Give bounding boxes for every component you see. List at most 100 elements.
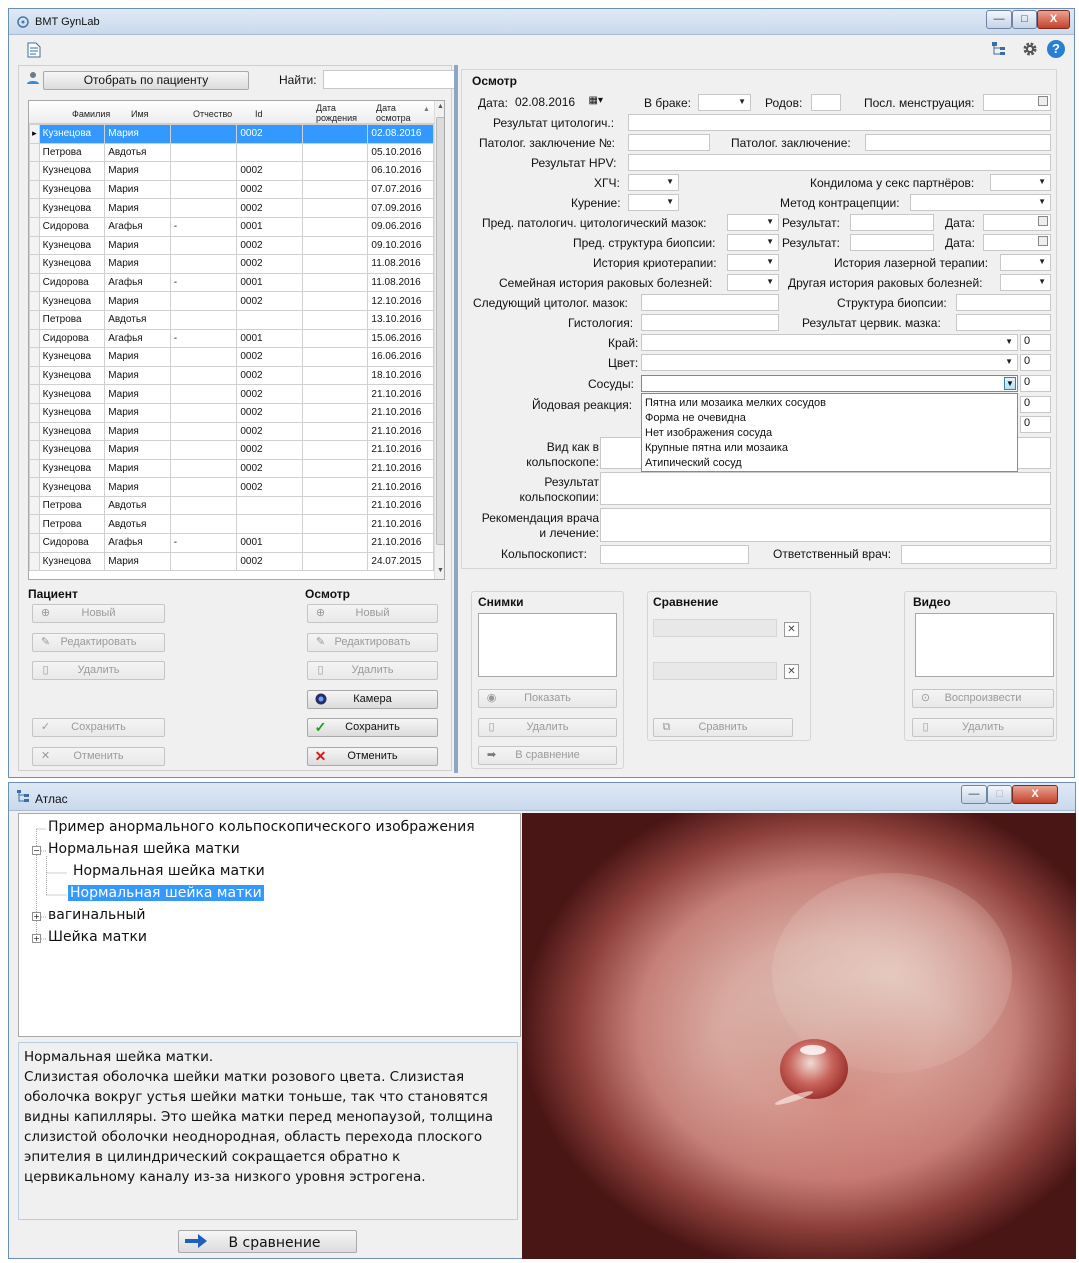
table-row[interactable]: Сидорова Агафья -0001 15.06.2016 xyxy=(29,328,434,349)
row-header[interactable] xyxy=(29,142,40,163)
row-header[interactable] xyxy=(29,254,40,274)
color-score[interactable]: 0 xyxy=(1020,354,1051,371)
table-row[interactable]: Сидорова Агафья -0001 09.06.2016 xyxy=(29,216,434,237)
recommendation-input[interactable] xyxy=(600,508,1051,542)
row-header[interactable] xyxy=(29,551,40,572)
snapshot-to-compare-button[interactable]: ➡ В сравнение xyxy=(478,746,617,765)
exam-edit-button[interactable]: ✎ Редактировать xyxy=(307,633,438,652)
cervical-smear-input[interactable] xyxy=(956,314,1051,331)
tree-node-normal-cervix-selected[interactable]: Нормальная шейка матки xyxy=(68,885,264,901)
patient-edit-button[interactable]: ✎ Редактировать xyxy=(32,633,165,652)
atlas-maximize-button[interactable]: □ xyxy=(987,785,1012,804)
tree-node-cervix[interactable]: Шейка матки xyxy=(48,929,147,945)
table-row[interactable]: Кузнецова Мария 0002 21.10.2016 xyxy=(29,458,434,479)
color-combo[interactable]: ▼ xyxy=(641,354,1018,371)
clear-slot-1-icon[interactable]: ✕ xyxy=(784,622,799,637)
table-row[interactable]: Кузнецова Мария 0002 06.10.2016 xyxy=(29,161,434,181)
row-header[interactable] xyxy=(29,216,40,237)
edge-score[interactable]: 0 xyxy=(1020,334,1051,351)
table-row[interactable]: Петрова Авдотья 21.10.2016 xyxy=(29,495,434,516)
grid-scrollbar[interactable]: ▲ ▼ xyxy=(434,101,444,579)
compare-slot-2[interactable] xyxy=(653,662,777,680)
table-row[interactable]: Кузнецова Мария 0002 21.10.2016 xyxy=(29,384,434,404)
table-row[interactable]: Кузнецова Мария 0002 24.07.2015 xyxy=(29,551,434,572)
scroll-down-icon[interactable]: ▼ xyxy=(437,567,444,574)
atlas-to-compare-button[interactable]: В сравнение xyxy=(178,1230,357,1253)
table-row[interactable]: ▸ Кузнецова Мария 0002 02.08.2016 xyxy=(29,124,434,144)
exam-save-button[interactable]: ✓ Сохранить xyxy=(307,718,438,737)
row-header[interactable] xyxy=(29,179,40,200)
table-row[interactable]: Кузнецова Мария 0002 11.08.2016 xyxy=(29,254,434,274)
row-header[interactable] xyxy=(29,272,40,293)
extra-score[interactable]: 0 xyxy=(1020,416,1051,433)
table-row[interactable]: Кузнецова Мария 0002 07.09.2016 xyxy=(29,198,434,218)
minimize-button[interactable]: — xyxy=(986,10,1012,29)
table-row[interactable]: Кузнецова Мария 0002 21.10.2016 xyxy=(29,440,434,460)
contraception-combo[interactable]: ▼ xyxy=(910,194,1051,211)
panel-splitter[interactable] xyxy=(454,65,458,773)
video-list[interactable] xyxy=(915,613,1054,677)
scroll-thumb[interactable] xyxy=(436,117,444,545)
table-row[interactable]: Кузнецова Мария 0002 18.10.2016 xyxy=(29,365,434,386)
table-row[interactable]: Петрова Авдотья 13.10.2016 xyxy=(29,309,434,330)
row-header[interactable] xyxy=(29,384,40,404)
exam-new-button[interactable]: ⊕ Новый xyxy=(307,604,438,623)
atlas-minimize-button[interactable]: — xyxy=(961,785,987,804)
other-cancer-combo[interactable]: ▼ xyxy=(1000,274,1051,291)
result1-input[interactable] xyxy=(850,214,934,231)
smoking-combo[interactable]: ▼ xyxy=(628,194,679,211)
gear-icon[interactable] xyxy=(1021,40,1039,58)
patol-no-input[interactable] xyxy=(628,134,710,151)
find-input[interactable] xyxy=(323,70,457,89)
row-header[interactable] xyxy=(29,458,40,479)
prev-biopsy-combo[interactable]: ▼ xyxy=(727,234,779,251)
atlas-close-button[interactable]: X xyxy=(1012,785,1058,804)
new-document-icon[interactable] xyxy=(27,42,41,58)
colposcopist-input[interactable] xyxy=(600,545,749,564)
table-row[interactable]: Кузнецова Мария 0002 07.07.2016 xyxy=(29,179,434,200)
patient-new-button[interactable]: ⊕ Новый xyxy=(32,604,165,623)
row-header[interactable] xyxy=(29,514,40,535)
patient-cancel-button[interactable]: ✕ Отменить xyxy=(32,747,165,766)
hpv-input[interactable] xyxy=(628,154,1051,171)
patol-conclusion-input[interactable] xyxy=(865,134,1051,151)
help-icon[interactable]: ? xyxy=(1047,40,1065,58)
births-input[interactable] xyxy=(811,94,841,111)
row-header[interactable]: ▸ xyxy=(29,124,40,144)
table-row[interactable]: Сидорова Агафья -0001 21.10.2016 xyxy=(29,533,434,553)
delete-video-button[interactable]: ▯ Удалить xyxy=(912,718,1054,737)
row-header[interactable] xyxy=(29,198,40,218)
table-row[interactable]: Кузнецова Мария 0002 16.06.2016 xyxy=(29,347,434,367)
vessels-score[interactable]: 0 xyxy=(1020,375,1051,392)
vessels-option[interactable]: Форма не очевидна xyxy=(642,411,1017,426)
histology-input[interactable] xyxy=(641,314,779,331)
compare-button[interactable]: ⧉ Сравнить xyxy=(653,718,793,737)
row-header[interactable] xyxy=(29,161,40,181)
responsible-doctor-input[interactable] xyxy=(901,545,1051,564)
vessels-option[interactable]: Нет изображения сосуда xyxy=(642,426,1017,441)
tree-node-abnormal-example[interactable]: Пример анормального кольпоскопического и… xyxy=(48,819,475,835)
play-video-button[interactable]: ⊙ Воспроизвести xyxy=(912,689,1054,708)
date2-picker[interactable] xyxy=(983,234,1051,251)
table-row[interactable]: Кузнецова Мария 0002 09.10.2016 xyxy=(29,235,434,256)
date-picker[interactable]: 02.08.2016 ▦▾ xyxy=(514,94,606,111)
header-firstname[interactable]: Имя xyxy=(131,109,149,119)
row-header[interactable] xyxy=(29,365,40,386)
tree-expand-icon[interactable]: + xyxy=(32,934,41,943)
tree-node-normal-cervix-child[interactable]: Нормальная шейка матки xyxy=(73,863,265,879)
header-birthdate[interactable]: Дата рождения xyxy=(316,103,362,123)
table-row[interactable]: Кузнецова Мария 0002 12.10.2016 xyxy=(29,291,434,311)
cryo-combo[interactable]: ▼ xyxy=(727,254,779,271)
biopsy-structure-input[interactable] xyxy=(956,294,1051,311)
table-row[interactable]: Кузнецова Мария 0002 21.10.2016 xyxy=(29,421,434,442)
row-header[interactable] xyxy=(29,291,40,311)
row-header[interactable] xyxy=(29,533,40,553)
atlas-tree-icon[interactable] xyxy=(991,41,1007,57)
row-header[interactable] xyxy=(29,402,40,423)
condyloma-combo[interactable]: ▼ xyxy=(990,174,1051,191)
compare-slot-1[interactable] xyxy=(653,619,777,637)
table-row[interactable]: Петрова Авдотья 05.10.2016 xyxy=(29,142,434,163)
exam-cancel-button[interactable]: ✕ Отменить xyxy=(307,747,438,766)
vessels-option[interactable]: Пятна или мозаика мелких сосудов xyxy=(642,396,1017,411)
cytology-result-input[interactable] xyxy=(628,114,1051,131)
